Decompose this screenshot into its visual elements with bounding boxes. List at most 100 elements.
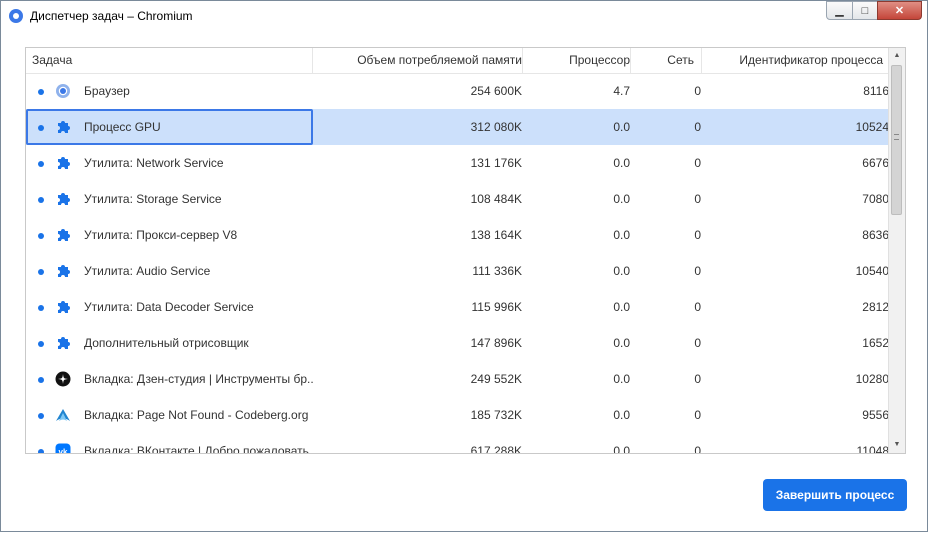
scroll-thumb[interactable] bbox=[891, 65, 902, 215]
zen-icon bbox=[55, 371, 71, 387]
header-task[interactable]: Задача bbox=[32, 48, 312, 73]
codeberg-icon bbox=[55, 407, 71, 423]
memory-value: 115 996K bbox=[471, 300, 523, 314]
chromium-icon bbox=[9, 9, 23, 23]
memory-value: 617 288K bbox=[470, 444, 522, 453]
network-value: 0 bbox=[694, 120, 701, 134]
memory-value: 312 080K bbox=[470, 120, 522, 134]
table-row[interactable]: Утилита: Data Decoder Service 115 996K 0.0… bbox=[26, 289, 890, 325]
task-name: Дополнительный отрисовщик bbox=[84, 336, 249, 350]
table-row[interactable]: Процесс GPU 312 080K 0.0 0 10524 bbox=[26, 109, 890, 145]
network-value: 0 bbox=[694, 372, 701, 386]
table-row[interactable]: Утилита: Audio Service 111 336K 0.0 0 10540 bbox=[26, 253, 890, 289]
task-name: Вкладка: ВКонтакте | Добро пожаловать bbox=[84, 444, 309, 453]
task-name: Утилита: Storage Service bbox=[84, 192, 222, 206]
puzzle-icon bbox=[55, 299, 71, 315]
memory-value: 111 336K bbox=[472, 264, 522, 278]
grip-icon bbox=[894, 134, 899, 140]
cpu-value: 0.0 bbox=[613, 300, 630, 314]
close-button[interactable]: ✕ bbox=[877, 1, 922, 20]
task-name: Вкладка: Page Not Found - Codeberg.org bbox=[84, 408, 309, 422]
chromium-icon bbox=[55, 83, 71, 99]
network-value: 0 bbox=[694, 444, 701, 453]
cpu-value: 0.0 bbox=[613, 228, 630, 242]
status-dot-icon bbox=[38, 197, 44, 203]
status-dot-icon bbox=[38, 269, 44, 275]
window-title: Диспетчер задач – Chromium bbox=[30, 9, 193, 23]
end-process-button[interactable]: Завершить процесс bbox=[763, 479, 907, 511]
memory-value: 138 164K bbox=[470, 228, 522, 242]
cpu-value: 0.0 bbox=[613, 192, 630, 206]
scroll-down-arrow[interactable]: ▼ bbox=[889, 437, 905, 453]
network-value: 0 bbox=[694, 156, 701, 170]
cpu-value: 0.0 bbox=[613, 336, 630, 350]
vk-icon: vk bbox=[55, 443, 71, 453]
table-row[interactable]: Утилита: Прокси-сервер V8 138 164K 0.0 0 863… bbox=[26, 217, 890, 253]
pid-value: 10524 bbox=[855, 120, 889, 134]
pid-value: 8116 bbox=[863, 84, 889, 98]
network-value: 0 bbox=[694, 228, 701, 242]
table-row[interactable]: Утилита: Network Service 131 176K 0.0 0 6676 bbox=[26, 145, 890, 181]
header-cpu[interactable]: Процессор bbox=[522, 48, 630, 73]
status-dot-icon bbox=[38, 161, 44, 167]
svg-text:vk: vk bbox=[59, 448, 68, 454]
puzzle-icon bbox=[55, 191, 71, 207]
vertical-scrollbar[interactable]: ▲ ▼ bbox=[888, 48, 905, 453]
pid-value: 2812 bbox=[862, 300, 889, 314]
task-name: Утилита: Прокси-сервер V8 bbox=[84, 228, 238, 242]
status-dot-icon bbox=[38, 125, 44, 131]
window-controls: ▁ □ ✕ bbox=[826, 1, 922, 20]
pid-value: 10280 bbox=[855, 372, 889, 386]
status-dot-icon bbox=[38, 449, 44, 453]
header-network[interactable]: Сеть bbox=[630, 48, 694, 73]
pid-value: 11048 bbox=[856, 444, 889, 453]
puzzle-icon bbox=[55, 227, 71, 243]
task-name: Браузер bbox=[84, 84, 130, 98]
task-name: Утилита: Data Decoder Service bbox=[84, 300, 254, 314]
task-name: Утилита: Network Service bbox=[84, 156, 224, 170]
title-bar[interactable]: Диспетчер задач – Chromium ▁ □ ✕ bbox=[1, 1, 927, 31]
cpu-value: 4.7 bbox=[613, 84, 630, 98]
status-dot-icon bbox=[38, 341, 44, 347]
pid-value: 10540 bbox=[855, 264, 889, 278]
network-value: 0 bbox=[694, 84, 701, 98]
cpu-value: 0.0 bbox=[613, 264, 630, 278]
memory-value: 249 552K bbox=[470, 372, 522, 386]
table-row[interactable]: Утилита: Storage Service 108 484K 0.0 0 7080 bbox=[26, 181, 890, 217]
header-memory[interactable]: Объем потребляемой памяти bbox=[312, 48, 522, 73]
puzzle-icon bbox=[55, 263, 71, 279]
minimize-button[interactable]: ▁ bbox=[826, 1, 853, 20]
status-dot-icon bbox=[38, 413, 44, 419]
status-dot-icon bbox=[38, 377, 44, 383]
network-value: 0 bbox=[694, 336, 701, 350]
scroll-up-arrow[interactable]: ▲ bbox=[889, 48, 905, 64]
cpu-value: 0.0 bbox=[613, 120, 630, 134]
memory-value: 185 732K bbox=[470, 408, 522, 422]
header-pid[interactable]: Идентификатор процесса bbox=[701, 48, 883, 73]
network-value: 0 bbox=[694, 300, 701, 314]
table-header: Задача Объем потребляемой памяти Процесс… bbox=[26, 48, 890, 74]
puzzle-icon bbox=[55, 119, 71, 135]
table-row[interactable]: Вкладка: Page Not Found - Codeberg.org 18… bbox=[26, 397, 890, 433]
network-value: 0 bbox=[694, 192, 701, 206]
pid-value: 8636 bbox=[862, 228, 889, 242]
maximize-button[interactable]: □ bbox=[852, 1, 878, 20]
memory-value: 108 484K bbox=[470, 192, 522, 206]
puzzle-icon bbox=[55, 155, 71, 171]
task-name: Процесс GPU bbox=[84, 120, 161, 134]
table-row[interactable]: Дополнительный отрисовщик 147 896K 0.0 0 165… bbox=[26, 325, 890, 361]
cpu-value: 0.0 bbox=[613, 372, 630, 386]
network-value: 0 bbox=[694, 408, 701, 422]
table-row[interactable]: vk Вкладка: ВКонтакте | Добро пожаловать 6… bbox=[26, 433, 890, 453]
pid-value: 1652 bbox=[862, 336, 889, 350]
table-row[interactable]: Вкладка: Дзен-студия | Инструменты бр...… bbox=[26, 361, 890, 397]
memory-value: 131 176K bbox=[470, 156, 522, 170]
process-table: Задача Объем потребляемой памяти Процесс… bbox=[25, 47, 906, 454]
status-dot-icon bbox=[38, 89, 44, 95]
cpu-value: 0.0 bbox=[613, 408, 630, 422]
task-manager-window: Диспетчер задач – Chromium ▁ □ ✕ Задача … bbox=[0, 0, 928, 532]
status-dot-icon bbox=[38, 305, 44, 311]
table-row[interactable]: Браузер 254 600K 4.7 0 8116 bbox=[26, 73, 890, 109]
status-dot-icon bbox=[38, 233, 44, 239]
pid-value: 6676 bbox=[862, 156, 889, 170]
